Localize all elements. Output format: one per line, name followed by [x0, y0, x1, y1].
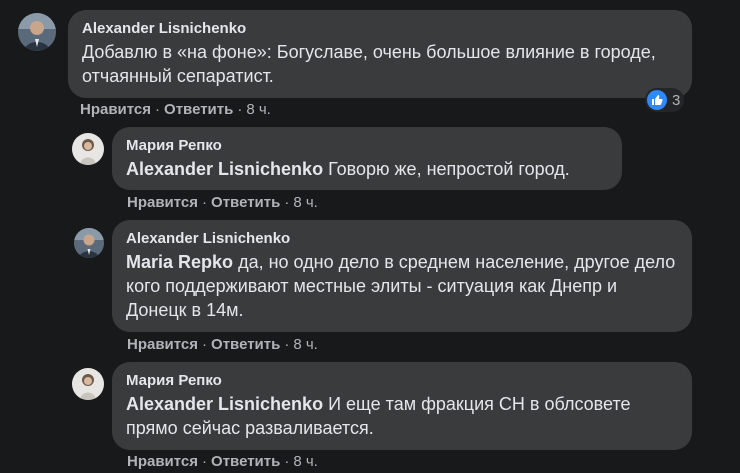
comment-actions: Нравится · Ответить · 8 ч. — [127, 336, 318, 354]
comment-author[interactable]: Alexander Lisnichenko — [82, 19, 678, 38]
reply-button[interactable]: Ответить — [211, 336, 280, 353]
reaction-summary[interactable]: 3 — [645, 88, 685, 112]
comment-text: Добавлю в «на фоне»: Богуславе, очень бо… — [82, 40, 678, 88]
user-avatar-image — [72, 368, 104, 400]
separator: · — [202, 336, 208, 353]
avatar[interactable] — [74, 228, 104, 258]
reaction-count: 3 — [672, 91, 681, 109]
comment-actions: Нравится · Ответить · 8 ч. — [127, 453, 318, 471]
timestamp[interactable]: 8 ч. — [293, 453, 318, 470]
comment-actions: Нравится · Ответить · 8 ч. — [127, 194, 318, 212]
comment-text: Alexander Lisnichenko И еще там фракция … — [126, 392, 678, 440]
comment-bubble: Мария Репко Alexander Lisnichenko И еще … — [112, 362, 692, 450]
separator: · — [284, 336, 290, 353]
comment-bubble: Alexander Lisnichenko Добавлю в «на фоне… — [68, 10, 692, 98]
separator: · — [202, 453, 208, 470]
comment-text: Alexander Lisnichenko Говорю же, непрост… — [126, 157, 608, 181]
comment-body: Говорю же, непростой город. — [328, 159, 570, 179]
avatar[interactable] — [72, 368, 104, 400]
comment-body: Добавлю в «на фоне»: Богуславе, очень бо… — [82, 42, 656, 86]
like-icon — [647, 90, 667, 110]
reply-button[interactable]: Ответить — [211, 194, 280, 211]
mention[interactable]: Alexander Lisnichenko — [126, 394, 323, 414]
like-button[interactable]: Нравится — [127, 336, 198, 353]
avatar[interactable] — [72, 133, 104, 165]
comment-bubble: Alexander Lisnichenko Maria Repko да, но… — [112, 220, 692, 332]
like-button[interactable]: Нравится — [127, 453, 198, 470]
comment-text: Maria Repko да, но одно дело в среднем н… — [126, 250, 678, 322]
timestamp[interactable]: 8 ч. — [293, 336, 318, 353]
mention[interactable]: Maria Repko — [126, 252, 233, 272]
comment-author[interactable]: Мария Репко — [126, 371, 678, 390]
timestamp[interactable]: 8 ч. — [246, 101, 271, 118]
reply-button[interactable]: Ответить — [211, 453, 280, 470]
reply-button[interactable]: Ответить — [164, 101, 233, 118]
comment-author[interactable]: Alexander Lisnichenko — [126, 229, 678, 248]
timestamp[interactable]: 8 ч. — [293, 194, 318, 211]
like-button[interactable]: Нравится — [80, 101, 151, 118]
comment-actions: Нравится · Ответить · 8 ч. — [80, 101, 271, 119]
avatar[interactable] — [18, 13, 56, 51]
separator: · — [284, 453, 290, 470]
separator: · — [237, 101, 243, 118]
mention[interactable]: Alexander Lisnichenko — [126, 159, 323, 179]
comment-bubble: Мария Репко Alexander Lisnichenko Говорю… — [112, 127, 622, 190]
user-avatar-image — [74, 228, 104, 258]
separator: · — [202, 194, 208, 211]
separator: · — [284, 194, 290, 211]
user-avatar-image — [72, 133, 104, 165]
comment-author[interactable]: Мария Репко — [126, 136, 608, 155]
user-avatar-image — [18, 13, 56, 51]
like-button[interactable]: Нравится — [127, 194, 198, 211]
separator: · — [155, 101, 161, 118]
